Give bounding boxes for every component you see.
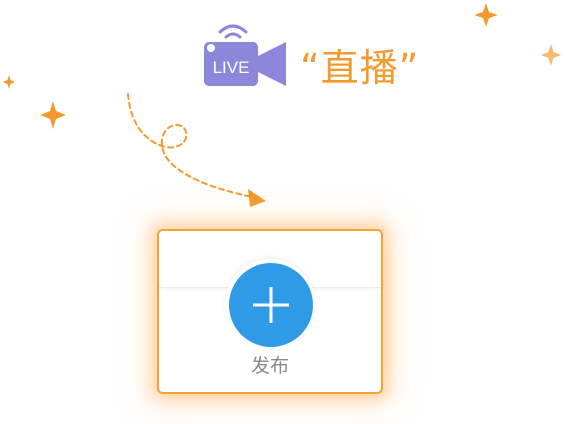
live-badge-text: LIVE <box>213 58 250 77</box>
sparkle-icon <box>40 101 66 129</box>
page-title: “直播” <box>300 46 420 90</box>
plus-icon <box>253 287 289 323</box>
sparkle-icon <box>541 44 561 66</box>
publish-card: 发布 <box>157 229 383 394</box>
live-video-camera-icon: LIVE <box>204 24 286 86</box>
dashed-curved-arrow-icon <box>127 93 259 199</box>
arrow-head-icon <box>248 189 266 207</box>
publish-button[interactable] <box>229 263 313 347</box>
sparkle-icon <box>474 3 498 27</box>
sparkle-icon <box>3 75 15 89</box>
publish-label: 发布 <box>250 355 289 377</box>
